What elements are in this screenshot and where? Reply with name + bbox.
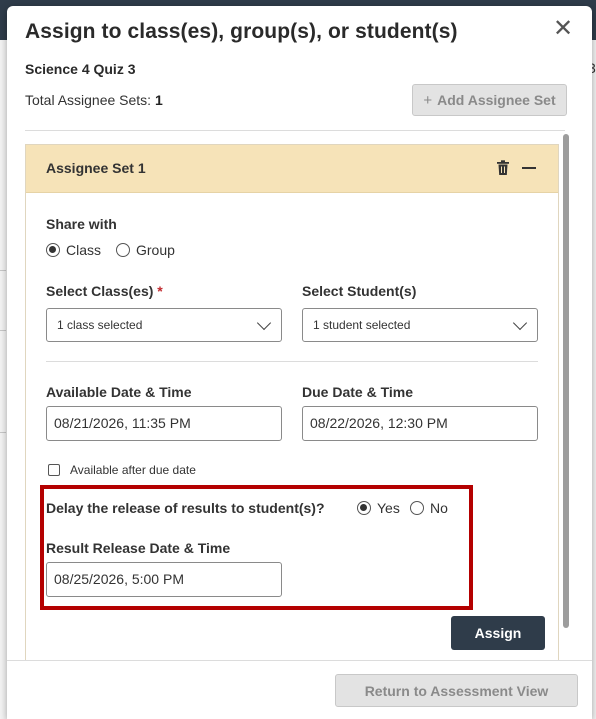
assessment-name: Science 4 Quiz 3: [25, 61, 136, 77]
available-after-due-label: Available after due date: [70, 463, 196, 477]
select-classes-label: Select Class(es) *: [46, 283, 163, 299]
due-date-input[interactable]: 08/22/2026, 12:30 PM: [302, 406, 538, 441]
assign-modal: Assign to class(es), group(s), or studen…: [7, 6, 592, 719]
section-divider: [46, 361, 538, 362]
share-option-group[interactable]: Group: [116, 242, 175, 258]
plus-icon: +: [423, 91, 433, 109]
modal-footer: Return to Assessment View: [7, 660, 592, 719]
total-assignee-sets: Total Assignee Sets: 1: [25, 92, 163, 108]
add-assignee-set-button[interactable]: + Add Assignee Set: [412, 84, 567, 116]
select-students-dropdown[interactable]: 1 student selected: [302, 308, 538, 342]
select-classes-value: 1 class selected: [57, 318, 143, 332]
close-icon[interactable]: ✕: [550, 17, 576, 43]
available-date-label: Available Date & Time: [46, 384, 192, 400]
return-to-assessment-view-button[interactable]: Return to Assessment View: [335, 674, 578, 707]
chevron-down-icon: [512, 315, 528, 331]
background-divider: [0, 270, 6, 271]
select-classes-label-text: Select Class(es): [46, 283, 154, 299]
scrollbar[interactable]: [563, 134, 569, 628]
trash-icon[interactable]: [496, 160, 510, 176]
total-sets-label: Total Assignee Sets:: [25, 92, 152, 108]
radio-group[interactable]: [116, 243, 130, 257]
modal-title: Assign to class(es), group(s), or studen…: [25, 20, 458, 43]
available-date-input[interactable]: 08/21/2026, 11:35 PM: [46, 406, 282, 441]
assignee-set-title: Assignee Set 1: [46, 160, 146, 176]
due-date-label: Due Date & Time: [302, 384, 413, 400]
share-option-label: Group: [136, 242, 175, 258]
total-sets-count: 1: [154, 92, 163, 108]
radio-class[interactable]: [46, 243, 60, 257]
highlight-annotation: [40, 485, 473, 610]
share-option-label: Class: [66, 242, 102, 258]
add-assignee-set-label: Add Assignee Set: [437, 92, 556, 108]
header-divider: [25, 130, 565, 131]
select-classes-dropdown[interactable]: 1 class selected: [46, 308, 282, 342]
background-divider: [0, 432, 6, 433]
share-with-label: Share with: [46, 216, 117, 232]
available-after-due-checkbox[interactable]: [48, 464, 60, 476]
chevron-down-icon: [256, 315, 272, 331]
share-option-class[interactable]: Class: [46, 242, 101, 258]
assign-button[interactable]: Assign: [451, 616, 545, 650]
select-students-value: 1 student selected: [313, 318, 411, 332]
collapse-icon[interactable]: [522, 167, 536, 169]
required-mark: *: [157, 283, 163, 299]
assignee-set-header: Assignee Set 1: [26, 145, 558, 193]
select-students-label: Select Student(s): [302, 283, 417, 299]
background-divider: [0, 330, 6, 331]
available-after-due-row[interactable]: Available after due date: [48, 463, 196, 477]
